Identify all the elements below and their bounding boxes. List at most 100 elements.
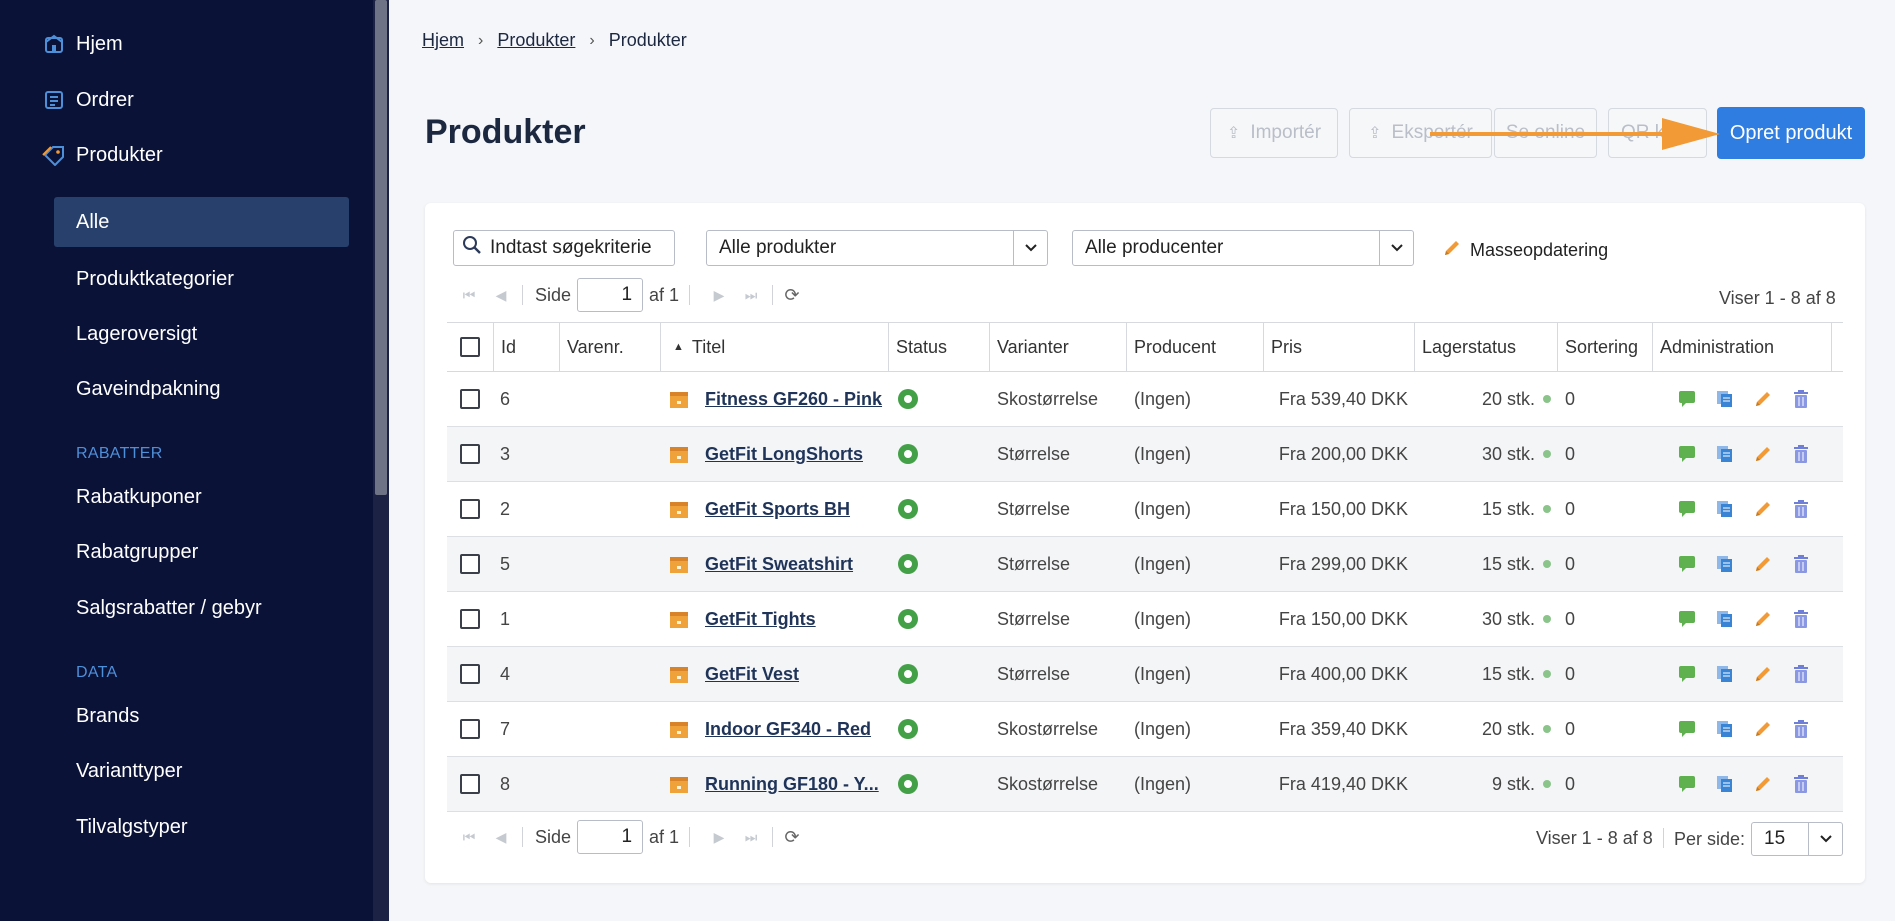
product-title-link[interactable]: GetFit Tights	[705, 609, 816, 630]
table-row[interactable]: 2 GetFit Sports BH Størrelse (Ingen) Fra 150…	[447, 482, 1843, 537]
sidebar-item-brands[interactable]: Brands	[54, 691, 349, 741]
table-row[interactable]: 8 Running GF180 - Y... Skostørrelse (Ingen)…	[447, 757, 1843, 812]
refresh-icon[interactable]: ⟳	[781, 284, 803, 306]
sidebar-item-rabatgrupper[interactable]: Rabatgrupper	[54, 527, 349, 577]
row-checkbox[interactable]	[460, 757, 480, 811]
table-row[interactable]: 4 GetFit Vest Størrelse (Ingen) Fra 400,00 D…	[447, 647, 1843, 702]
product-filter-select[interactable]: Alle produkter	[706, 230, 1048, 266]
comment-icon[interactable]	[1676, 663, 1698, 685]
row-checkbox[interactable]	[460, 482, 480, 536]
row-checkbox[interactable]	[460, 427, 480, 481]
comment-icon[interactable]	[1676, 388, 1698, 410]
copy-icon[interactable]	[1714, 608, 1736, 630]
trash-icon[interactable]	[1790, 388, 1812, 410]
product-title-link[interactable]: Running GF180 - Y...	[705, 774, 879, 795]
sidebar-item-salgsrabatter[interactable]: Salgsrabatter / gebyr	[54, 583, 349, 633]
next-page-icon[interactable]: ▶	[708, 826, 730, 848]
refresh-icon[interactable]: ⟳	[781, 826, 803, 848]
col-id[interactable]: Id	[493, 323, 559, 371]
copy-icon[interactable]	[1714, 388, 1736, 410]
sidebar-item-gaveindpakning[interactable]: Gaveindpakning	[54, 364, 349, 414]
trash-icon[interactable]	[1790, 773, 1812, 795]
trash-icon[interactable]	[1790, 718, 1812, 740]
row-checkbox[interactable]	[460, 592, 480, 646]
copy-icon[interactable]	[1714, 553, 1736, 575]
trash-icon[interactable]	[1790, 553, 1812, 575]
producer-filter-select[interactable]: Alle producenter	[1072, 230, 1414, 266]
edit-icon[interactable]	[1752, 498, 1774, 520]
table-row[interactable]: 7 Indoor GF340 - Red Skostørrelse (Ingen) Fr…	[447, 702, 1843, 757]
status-active-icon[interactable]	[898, 499, 918, 519]
import-button[interactable]: ⇪ Importér	[1210, 108, 1338, 158]
product-title-link[interactable]: GetFit Sweatshirt	[705, 554, 853, 575]
col-lagerstatus[interactable]: Lagerstatus	[1414, 323, 1557, 371]
product-title-link[interactable]: GetFit Vest	[705, 664, 799, 685]
edit-icon[interactable]	[1752, 663, 1774, 685]
status-active-icon[interactable]	[898, 664, 918, 684]
comment-icon[interactable]	[1676, 498, 1698, 520]
trash-icon[interactable]	[1790, 663, 1812, 685]
copy-icon[interactable]	[1714, 498, 1736, 520]
status-active-icon[interactable]	[898, 719, 918, 739]
page-number-input[interactable]: 1	[577, 820, 644, 854]
sidebar-item-orders[interactable]: Ordrer	[42, 80, 134, 120]
per-page-select[interactable]: 15	[1751, 822, 1844, 856]
breadcrumb-home[interactable]: Hjem	[422, 30, 464, 51]
sidebar-scrollbar[interactable]	[373, 0, 389, 921]
row-checkbox[interactable]	[460, 647, 480, 701]
sidebar-item-rabatkuponer[interactable]: Rabatkuponer	[54, 472, 349, 522]
status-active-icon[interactable]	[898, 444, 918, 464]
trash-icon[interactable]	[1790, 608, 1812, 630]
col-sortering[interactable]: Sortering	[1557, 323, 1652, 371]
scrollbar-thumb[interactable]	[375, 0, 387, 495]
sidebar-item-tilvalgstyper[interactable]: Tilvalgstyper	[54, 802, 349, 852]
select-all-checkbox[interactable]	[447, 323, 493, 371]
comment-icon[interactable]	[1676, 773, 1698, 795]
next-page-icon[interactable]: ▶	[708, 284, 730, 306]
edit-icon[interactable]	[1752, 553, 1774, 575]
copy-icon[interactable]	[1714, 718, 1736, 740]
product-title-link[interactable]: Fitness GF260 - Pink	[705, 389, 882, 410]
sidebar-item-varianttyper[interactable]: Varianttyper	[54, 746, 349, 796]
product-title-link[interactable]: Indoor GF340 - Red	[705, 719, 871, 740]
col-pris[interactable]: Pris	[1263, 323, 1414, 371]
col-status[interactable]: Status	[888, 323, 989, 371]
status-active-icon[interactable]	[898, 609, 918, 629]
sidebar-item-alle[interactable]: Alle	[54, 197, 349, 247]
row-checkbox[interactable]	[460, 372, 480, 426]
prev-page-icon[interactable]: ◀	[490, 826, 512, 848]
table-row[interactable]: 1 GetFit Tights Størrelse (Ingen) Fra 150,00…	[447, 592, 1843, 647]
sidebar-item-home[interactable]: Hjem	[42, 24, 123, 64]
sidebar-item-produktkategorier[interactable]: Produktkategorier	[54, 254, 349, 304]
col-varianter[interactable]: Varianter	[989, 323, 1126, 371]
sidebar-item-products[interactable]: Produkter	[42, 135, 163, 175]
edit-icon[interactable]	[1752, 388, 1774, 410]
last-page-icon[interactable]: ⏭	[740, 826, 762, 848]
comment-icon[interactable]	[1676, 608, 1698, 630]
row-checkbox[interactable]	[460, 702, 480, 756]
product-title-link[interactable]: GetFit LongShorts	[705, 444, 863, 465]
first-page-icon[interactable]: ⏮	[458, 826, 480, 848]
trash-icon[interactable]	[1790, 498, 1812, 520]
copy-icon[interactable]	[1714, 443, 1736, 465]
col-varenr[interactable]: Varenr.	[559, 323, 660, 371]
table-row[interactable]: 6 Fitness GF260 - Pink Skostørrelse (Ingen)…	[447, 372, 1843, 427]
status-active-icon[interactable]	[898, 389, 918, 409]
comment-icon[interactable]	[1676, 553, 1698, 575]
product-title-link[interactable]: GetFit Sports BH	[705, 499, 850, 520]
table-row[interactable]: 5 GetFit Sweatshirt Størrelse (Ingen) Fra 29…	[447, 537, 1843, 592]
mass-update-button[interactable]: Masseopdatering	[1442, 238, 1608, 263]
sidebar-item-lageroversigt[interactable]: Lageroversigt	[54, 309, 349, 359]
edit-icon[interactable]	[1752, 608, 1774, 630]
copy-icon[interactable]	[1714, 773, 1736, 795]
col-producent[interactable]: Producent	[1126, 323, 1263, 371]
first-page-icon[interactable]: ⏮	[458, 284, 480, 306]
status-active-icon[interactable]	[898, 774, 918, 794]
copy-icon[interactable]	[1714, 663, 1736, 685]
row-checkbox[interactable]	[460, 537, 480, 591]
edit-icon[interactable]	[1752, 443, 1774, 465]
last-page-icon[interactable]: ⏭	[740, 284, 762, 306]
edit-icon[interactable]	[1752, 718, 1774, 740]
comment-icon[interactable]	[1676, 718, 1698, 740]
col-titel[interactable]: ▲ Titel	[660, 323, 888, 371]
